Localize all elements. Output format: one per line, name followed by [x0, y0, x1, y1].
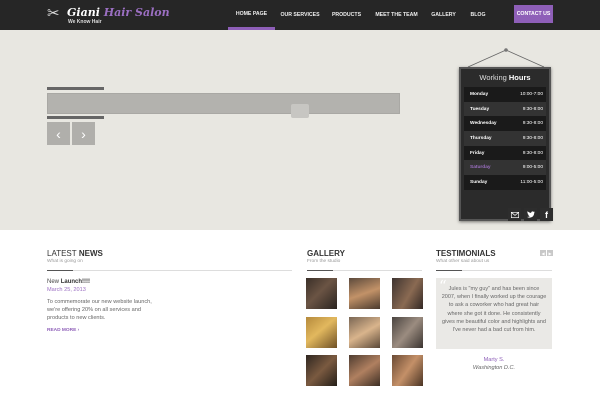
logo-title: Giani Hair Salon — [67, 6, 170, 19]
slider-next-button[interactable]: › — [72, 122, 95, 145]
working-hours-board: Working Hours Monday 10:00-7:00 Tuesday 9:… — [459, 67, 551, 221]
hanging-wire-icon — [467, 48, 545, 68]
gallery-thumb-7[interactable] — [306, 355, 337, 386]
nav-home[interactable]: HOME PAGE — [228, 0, 275, 30]
gallery-thumb-4[interactable] — [306, 317, 337, 348]
news-item-title[interactable]: New Launch!!!! — [47, 279, 90, 285]
contact-us-button[interactable]: CONTACT US — [514, 5, 553, 23]
slider-line-top — [47, 87, 104, 90]
slider-caption-bar — [47, 93, 400, 114]
slider-image-placeholder-icon — [291, 104, 309, 118]
news-divider-accent — [47, 270, 73, 271]
nav-services[interactable]: OUR SERVICES — [275, 0, 325, 30]
site-header: ✂ Giani Hair Salon We Know Hair HOME PAG… — [0, 0, 600, 30]
gallery-thumb-3[interactable] — [392, 278, 423, 309]
main-nav: HOME PAGE OUR SERVICES PRODUCTS MEET THE… — [228, 0, 494, 30]
hours-row: Friday 9:30-8:00 — [464, 145, 546, 161]
news-divider — [47, 270, 292, 271]
hero-slider: ‹ › Working Hours Monday 10:00-7:00 Tuesd… — [0, 30, 600, 230]
gallery-divider-accent — [307, 270, 333, 271]
news-heading: LATEST NEWS — [47, 249, 103, 258]
testimonials-heading: TESTIMONIALS — [436, 249, 496, 258]
chevron-left-icon: ‹ — [56, 125, 61, 142]
chevron-right-icon: › — [81, 125, 86, 142]
hours-row: Sunday 11:00-5:00 — [464, 175, 546, 190]
hours-row: Tuesday 9:30-8:00 — [464, 101, 546, 117]
working-hours-list: Monday 10:00-7:00 Tuesday 9:30-8:00 Wednes… — [464, 87, 546, 190]
testimonial-quote: Jules is "my guy" and has been since 200… — [441, 286, 547, 334]
nav-gallery[interactable]: GALLERY — [425, 0, 462, 30]
working-hours-title: Working Hours — [479, 73, 531, 82]
testimonial-location: Washington D.C. — [472, 365, 516, 371]
nav-blog[interactable]: BLOG — [462, 0, 494, 30]
content-section: LATEST NEWS What is going on New Launch!… — [0, 230, 600, 400]
facebook-icon: f — [545, 209, 548, 220]
gallery-thumb-1[interactable] — [306, 278, 337, 309]
testimonial-card: “ Jules is "my guy" and has been since 2… — [436, 277, 552, 349]
gallery-thumb-8[interactable] — [349, 355, 380, 386]
gallery-thumb-2[interactable] — [349, 278, 380, 309]
testimonial-prev-button[interactable]: ◀ — [540, 250, 546, 256]
slider-line-bottom — [47, 116, 104, 119]
news-item-date: March 25, 2013 — [47, 287, 86, 293]
envelope-icon — [510, 211, 519, 218]
nav-team[interactable]: MEET THE TEAM — [368, 0, 425, 30]
testimonials-divider-accent — [436, 270, 462, 271]
testimonial-nav: ◀ ▶ — [540, 250, 553, 256]
news-subheading: What is going on — [47, 259, 83, 264]
hours-row-today: Saturday 9:00-5:00 — [464, 160, 546, 176]
gallery-subheading: From the studio — [307, 259, 341, 264]
logo-tagline: We Know Hair — [68, 19, 102, 25]
gallery-heading: GALLERY — [307, 249, 345, 258]
email-share-button[interactable] — [508, 208, 521, 221]
read-more-link[interactable]: READ MORE › — [47, 328, 79, 333]
nav-products[interactable]: PRODUCTS — [325, 0, 368, 30]
twitter-icon — [526, 211, 535, 218]
testimonials-subheading: What other said about us — [436, 259, 490, 264]
gallery-thumb-5[interactable] — [349, 317, 380, 348]
hours-row: Thursday 9:30-8:00 — [464, 131, 546, 146]
slider-prev-button[interactable]: ‹ — [47, 122, 70, 145]
testimonial-author: Marty S. — [483, 357, 505, 363]
gallery-thumb-9[interactable] — [392, 355, 423, 386]
chevron-left-icon: ◀ — [541, 250, 545, 256]
gallery-thumb-6[interactable] — [392, 317, 423, 348]
chevron-right-icon: ▶ — [548, 250, 552, 256]
news-item-body: To commemorate our new website launch, w… — [47, 299, 152, 321]
facebook-button[interactable]: f — [540, 208, 553, 221]
hours-row: Wednesday 9:30-8:00 — [464, 116, 546, 132]
testimonial-next-button[interactable]: ▶ — [547, 250, 553, 256]
twitter-button[interactable] — [524, 208, 537, 221]
scissors-icon: ✂ — [47, 5, 60, 22]
hours-row: Monday 10:00-7:00 — [464, 87, 546, 102]
